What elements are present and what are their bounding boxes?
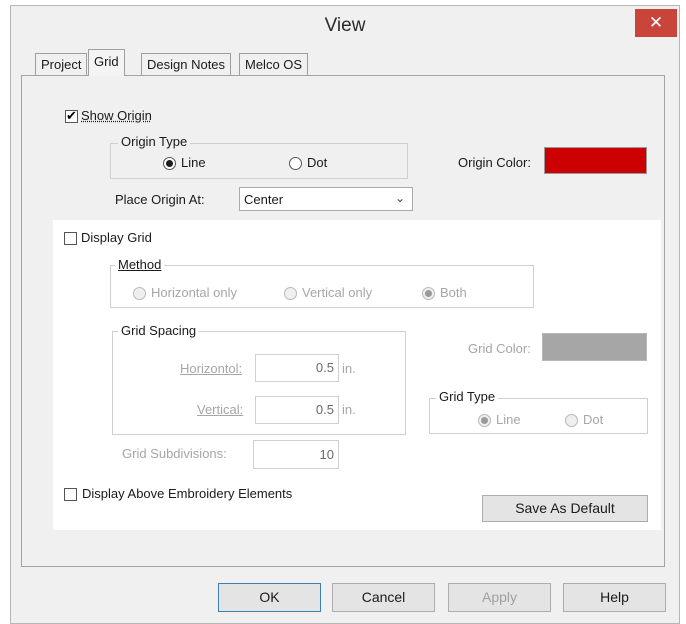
vertical-spacing-input[interactable]: 0.5 <box>255 396 339 424</box>
origin-dot-label[interactable]: Dot <box>307 155 327 170</box>
grid-line-radio[interactable] <box>478 414 491 427</box>
origin-color-label: Origin Color: <box>458 155 531 170</box>
grid-subdivisions-input[interactable]: 10 <box>253 440 339 469</box>
tab-melco-os[interactable]: Melco OS <box>239 53 309 75</box>
horizontal-spacing-input[interactable]: 0.5 <box>255 354 339 382</box>
grid-subdivisions-label: Grid Subdivisions: <box>122 446 227 461</box>
vertical-unit: in. <box>342 402 356 417</box>
cancel-button[interactable]: Cancel <box>332 583 435 612</box>
origin-type-legend: Origin Type <box>118 134 191 149</box>
vertical-only-radio[interactable] <box>284 287 297 300</box>
both-label[interactable]: Both <box>440 285 467 300</box>
method-legend: Method <box>115 257 165 272</box>
horizontal-unit: in. <box>342 361 356 376</box>
show-origin-checkbox[interactable] <box>65 108 78 124</box>
show-origin-label[interactable]: Show Origin <box>81 108 152 123</box>
grid-dot-radio[interactable] <box>565 414 578 427</box>
tab-design-notes[interactable]: Design Notes <box>141 53 232 75</box>
horizontal-spacing-label: Horizontol: <box>180 361 243 376</box>
origin-line-radio[interactable] <box>163 157 176 170</box>
tab-project[interactable]: Project <box>35 53 88 75</box>
grid-color-swatch[interactable] <box>542 333 647 361</box>
close-button[interactable]: ✕ <box>635 9 677 37</box>
origin-line-label[interactable]: Line <box>181 155 206 170</box>
grid-spacing-legend: Grid Spacing <box>118 323 200 338</box>
chevron-down-icon: ⌄ <box>395 191 406 205</box>
place-origin-label: Place Origin At: <box>115 192 205 207</box>
help-button[interactable]: Help <box>563 583 666 612</box>
display-above-checkbox[interactable] <box>64 488 77 501</box>
vertical-spacing-label: Vertical: <box>197 402 244 417</box>
apply-button[interactable]: Apply <box>448 583 551 612</box>
grid-color-label: Grid Color: <box>468 341 531 356</box>
grid-type-legend: Grid Type <box>436 389 499 404</box>
display-grid-label[interactable]: Display Grid <box>81 230 152 245</box>
origin-color-swatch[interactable] <box>544 147 647 174</box>
grid-line-label[interactable]: Line <box>496 412 521 427</box>
horizontal-only-radio[interactable] <box>133 287 146 300</box>
display-above-label[interactable]: Display Above Embroidery Elements <box>82 486 292 501</box>
display-grid-checkbox[interactable] <box>64 232 77 245</box>
dialog-title: View <box>324 15 366 36</box>
save-as-default-button[interactable]: Save As Default <box>482 495 648 522</box>
grid-dot-label[interactable]: Dot <box>583 412 603 427</box>
place-origin-value: Center <box>244 192 284 207</box>
both-radio[interactable] <box>422 287 435 300</box>
vertical-only-label[interactable]: Vertical only <box>302 285 372 300</box>
horizontal-only-label[interactable]: Horizontal only <box>151 285 237 300</box>
origin-dot-radio[interactable] <box>289 157 302 170</box>
ok-button[interactable]: OK <box>218 583 321 612</box>
place-origin-select[interactable]: Center ⌄ <box>239 187 413 211</box>
tab-grid[interactable]: Grid <box>88 49 125 76</box>
